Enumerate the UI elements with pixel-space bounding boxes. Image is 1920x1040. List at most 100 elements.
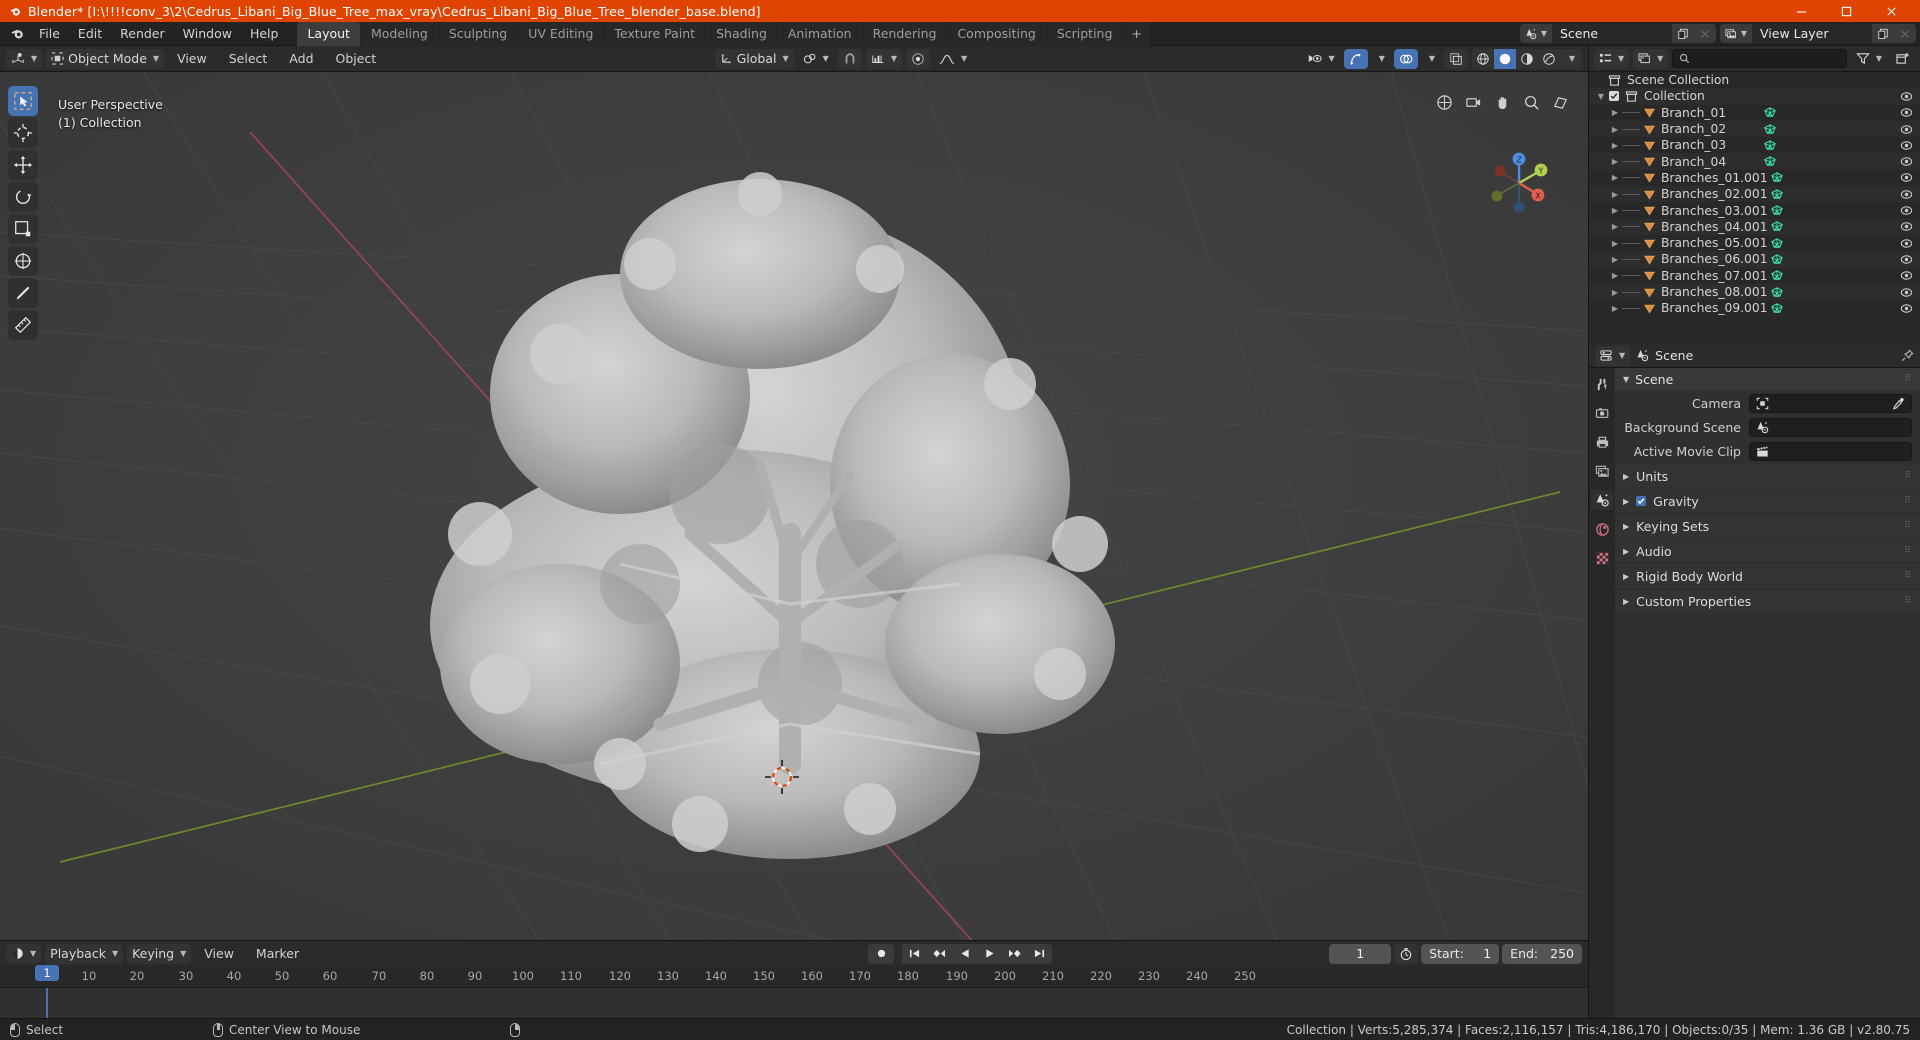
property-panel-header[interactable]: ▶ Custom Properties ⠿ bbox=[1615, 590, 1920, 612]
property-panel-header[interactable]: ▶ Rigid Body World ⠿ bbox=[1615, 565, 1920, 587]
menu-file[interactable]: File bbox=[30, 23, 69, 45]
viewport-menu-view[interactable]: View bbox=[168, 49, 216, 69]
editor-type-selector[interactable]: ▼ bbox=[6, 48, 43, 69]
new-collection-icon[interactable] bbox=[1891, 49, 1915, 69]
object-visibility-icon[interactable] bbox=[1898, 287, 1914, 298]
jump-to-end-button[interactable] bbox=[1027, 943, 1052, 964]
play-reverse-button[interactable] bbox=[952, 943, 977, 964]
mesh-data-icon[interactable] bbox=[1761, 123, 1779, 136]
shading-material-preview-button[interactable] bbox=[1516, 49, 1538, 69]
timeline-menu-view[interactable]: View bbox=[195, 944, 243, 964]
expand-triangle-icon[interactable]: ▶ bbox=[1609, 157, 1621, 166]
object-visibility-icon[interactable] bbox=[1898, 189, 1914, 200]
mesh-data-icon[interactable] bbox=[1768, 269, 1786, 282]
tab-animation[interactable]: Animation bbox=[777, 21, 862, 46]
output-tab[interactable] bbox=[1591, 432, 1613, 452]
scene-name[interactable]: Scene bbox=[1552, 24, 1672, 43]
scene-icon[interactable]: ▼ bbox=[1520, 24, 1552, 43]
object-visibility-icon[interactable] bbox=[1898, 254, 1914, 265]
eyedropper-icon[interactable] bbox=[1892, 397, 1905, 410]
outliner-object-row[interactable]: ▶ Branches_07.001 bbox=[1589, 268, 1920, 284]
object-visibility-icon[interactable] bbox=[1898, 172, 1914, 183]
texture-tab[interactable] bbox=[1591, 548, 1613, 568]
property-panel-header[interactable]: ▶ Gravity ⠿ bbox=[1615, 490, 1920, 512]
expand-triangle-icon[interactable]: ▶ bbox=[1609, 125, 1621, 134]
rotate-tool[interactable] bbox=[8, 182, 38, 212]
active-movie-clip-field[interactable] bbox=[1749, 442, 1912, 461]
jump-to-start-button[interactable] bbox=[902, 943, 927, 964]
close-button[interactable] bbox=[1869, 0, 1914, 22]
view-layer-name[interactable]: View Layer bbox=[1752, 24, 1872, 43]
zoom-nav-icon[interactable] bbox=[1434, 92, 1454, 112]
timeline-playhead[interactable]: 1 bbox=[35, 965, 70, 988]
next-keyframe-button[interactable] bbox=[1002, 943, 1027, 964]
current-frame-field[interactable]: 1 bbox=[1329, 943, 1392, 964]
overlays-options-chevron[interactable]: ▼ bbox=[1422, 49, 1440, 69]
gizmo-toggle[interactable] bbox=[1343, 48, 1368, 69]
blender-menu-icon[interactable] bbox=[4, 23, 30, 45]
menu-edit[interactable]: Edit bbox=[69, 23, 111, 45]
expand-triangle-icon[interactable]: ▶ bbox=[1609, 108, 1621, 117]
outliner-object-row[interactable]: ▶ Branches_01.001 bbox=[1589, 170, 1920, 186]
outliner-object-row[interactable]: ▶ Branches_06.001 bbox=[1589, 251, 1920, 268]
tab-uv-editing[interactable]: UV Editing bbox=[518, 21, 604, 46]
outliner-object-row[interactable]: ▶ Branches_04.001 bbox=[1589, 218, 1920, 235]
outliner-object-row[interactable]: ▶ Branches_05.001 bbox=[1589, 235, 1920, 251]
world-tab[interactable] bbox=[1591, 519, 1613, 539]
outliner-object-row[interactable]: ▶ Branches_08.001 bbox=[1589, 283, 1920, 301]
snapping-target-selector[interactable]: ▼ bbox=[798, 49, 834, 69]
mesh-data-icon[interactable] bbox=[1768, 237, 1786, 250]
magnet-icon[interactable] bbox=[837, 48, 862, 69]
menu-window[interactable]: Window bbox=[174, 23, 241, 45]
object-label[interactable]: Branches_05.001 bbox=[1661, 236, 1768, 250]
unlink-scene-button[interactable] bbox=[1694, 24, 1716, 43]
mesh-data-icon[interactable] bbox=[1768, 286, 1786, 299]
viewport-menu-select[interactable]: Select bbox=[220, 49, 277, 69]
xray-toggle[interactable] bbox=[1444, 48, 1468, 69]
auto-keyframe-record-button[interactable] bbox=[868, 943, 894, 964]
scale-tool[interactable] bbox=[8, 214, 38, 244]
object-label[interactable]: Branches_09.001 bbox=[1661, 301, 1768, 315]
previous-keyframe-button[interactable] bbox=[927, 943, 952, 964]
object-visibility-icon[interactable] bbox=[1898, 221, 1914, 232]
start-frame-field[interactable]: Start: 1 bbox=[1421, 943, 1500, 964]
view-layer-selector[interactable]: ▼ View Layer bbox=[1720, 24, 1916, 43]
mesh-data-icon[interactable] bbox=[1768, 188, 1786, 201]
timeline-ruler[interactable]: 10 20 30 40 50 60 70 80 90 100 110 120 130 140 150 160 1… bbox=[0, 965, 1588, 988]
outliner-search-input[interactable] bbox=[1672, 49, 1847, 68]
3d-viewport[interactable]: User Perspective (1) Collection Z Y X bbox=[0, 72, 1588, 940]
timeline-editor-type-selector[interactable]: ▼ bbox=[6, 943, 42, 964]
perspective-nav-icon[interactable] bbox=[1550, 92, 1570, 112]
timeline-body[interactable] bbox=[0, 988, 1588, 1018]
object-label[interactable]: Branches_07.001 bbox=[1661, 269, 1768, 283]
property-panel-header[interactable]: ▶ Keying Sets ⠿ bbox=[1615, 515, 1920, 537]
viewport-menu-add[interactable]: Add bbox=[280, 49, 322, 69]
expand-triangle-icon[interactable]: ▶ bbox=[1609, 239, 1621, 248]
mesh-data-icon[interactable] bbox=[1761, 155, 1779, 168]
object-label[interactable]: Branch_01 bbox=[1661, 106, 1761, 120]
outliner-display-mode-selector[interactable]: ▼ bbox=[1633, 48, 1669, 69]
outliner-object-row[interactable]: ▶ Branches_03.001 bbox=[1589, 202, 1920, 218]
outliner-collection-row[interactable]: ▼ Collection bbox=[1589, 88, 1920, 105]
magnify-nav-icon[interactable] bbox=[1521, 92, 1541, 112]
shading-options-chevron[interactable]: ▼ bbox=[1560, 49, 1582, 69]
transform-tool[interactable] bbox=[8, 246, 38, 276]
shading-solid-button[interactable] bbox=[1494, 48, 1516, 69]
menu-render[interactable]: Render bbox=[111, 23, 174, 45]
outliner-tree[interactable]: Scene Collection ▼ Collection ▶ Branch_01 ▶ Br… bbox=[1589, 72, 1920, 344]
tab-layout[interactable]: Layout bbox=[297, 21, 360, 46]
mesh-data-icon[interactable] bbox=[1768, 204, 1786, 217]
mesh-data-icon[interactable] bbox=[1761, 139, 1779, 152]
tab-modeling[interactable]: Modeling bbox=[360, 21, 438, 46]
mesh-data-icon[interactable] bbox=[1768, 253, 1786, 266]
object-label[interactable]: Branches_02.001 bbox=[1661, 187, 1768, 201]
tab-shading[interactable]: Shading bbox=[706, 21, 777, 46]
mesh-data-icon[interactable] bbox=[1768, 302, 1786, 315]
cursor-tool[interactable] bbox=[8, 118, 38, 148]
view-layer-tab[interactable] bbox=[1591, 461, 1613, 481]
shading-wireframe-button[interactable] bbox=[1472, 49, 1494, 69]
gizmo-options-chevron[interactable]: ▼ bbox=[1372, 49, 1390, 69]
timeline-menu-keying[interactable]: Keying ▼ bbox=[127, 943, 192, 964]
tab-rendering[interactable]: Rendering bbox=[862, 21, 947, 46]
collection-visibility-icon[interactable] bbox=[1898, 91, 1914, 102]
